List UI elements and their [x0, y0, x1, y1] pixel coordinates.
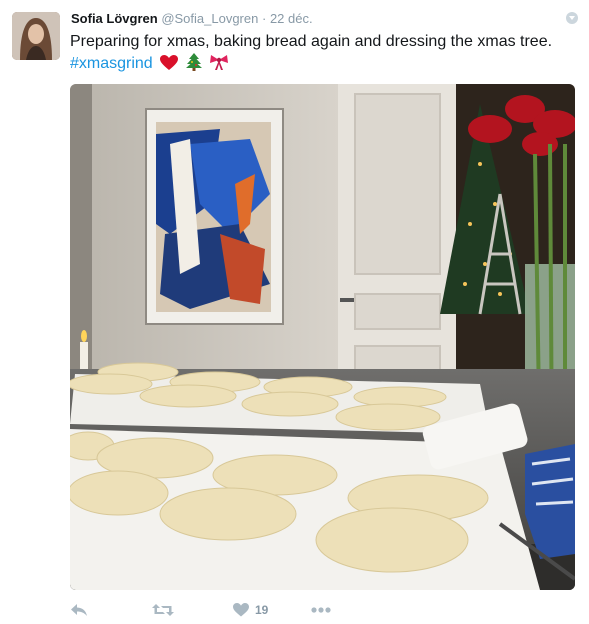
tweet-actions: 19	[70, 600, 575, 620]
reply-icon	[70, 603, 88, 617]
retweet-button[interactable]	[152, 600, 174, 620]
ellipsis-icon	[311, 607, 331, 613]
user-handle[interactable]: @Sofia_Lovgren	[161, 11, 258, 26]
tweet-text: Preparing for xmas, baking bread again a…	[70, 31, 570, 78]
like-count: 19	[255, 603, 269, 617]
hashtag-link[interactable]: #xmasgrind	[70, 55, 153, 72]
separator-dot: ·	[261, 11, 267, 26]
tweet-body: Preparing for xmas, baking bread again a…	[70, 33, 553, 50]
christmas-tree-icon	[185, 53, 202, 78]
more-button[interactable]	[311, 600, 331, 620]
ribbon-bow-icon	[209, 53, 229, 78]
reply-button[interactable]	[70, 600, 88, 620]
tweet-photo[interactable]	[70, 84, 575, 590]
display-name[interactable]: Sofia Lövgren	[71, 11, 158, 26]
red-heart-icon	[160, 55, 179, 78]
retweet-icon	[152, 603, 174, 617]
tweet-date[interactable]: 22 déc.	[270, 11, 313, 26]
tweet-card: Sofia Lövgren @Sofia_Lovgren · 22 déc. P…	[0, 0, 589, 624]
heart-icon	[233, 603, 249, 617]
tweet-options-icon[interactable]	[566, 12, 578, 24]
tweet-header: Sofia Lövgren @Sofia_Lovgren · 22 déc.	[71, 11, 313, 26]
avatar[interactable]	[12, 12, 60, 60]
like-button[interactable]: 19	[233, 600, 268, 620]
